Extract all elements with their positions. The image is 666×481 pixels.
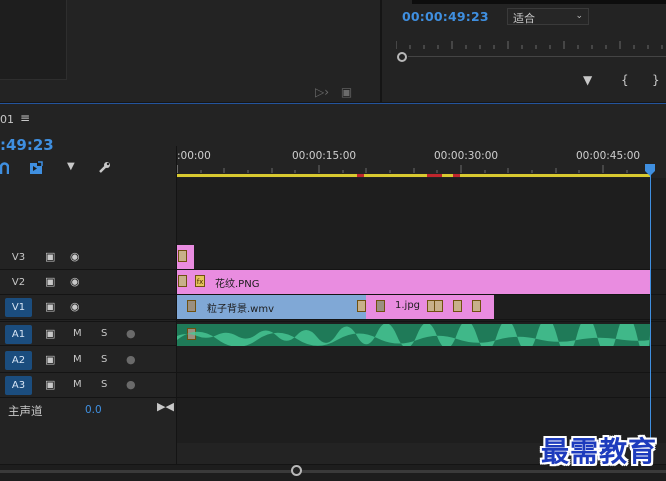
clip-name: 1.jpg <box>395 300 421 311</box>
fx-icon <box>178 250 187 262</box>
mute-button[interactable]: M <box>73 327 82 341</box>
film-icon[interactable]: ▣ <box>45 300 55 314</box>
program-time-ruler[interactable] <box>396 41 666 49</box>
track-name[interactable]: V1 <box>5 298 32 317</box>
microphone-icon[interactable]: ● <box>126 327 136 341</box>
track-name[interactable]: V2 <box>5 273 32 292</box>
work-area-bar[interactable] <box>177 174 650 177</box>
export-frame-icon[interactable]: ▣ <box>341 85 352 99</box>
mark-out-icon[interactable]: } <box>652 73 660 87</box>
eye-icon[interactable]: ◉ <box>70 275 80 289</box>
film-icon[interactable]: ▣ <box>45 275 55 289</box>
solo-button[interactable]: S <box>101 353 107 367</box>
ruler-label: :00:00 <box>177 150 211 162</box>
film-icon[interactable]: ▣ <box>45 327 55 341</box>
solo-button[interactable]: S <box>101 327 107 341</box>
audio-waveform <box>177 324 650 346</box>
clip-name: 粒子背景.wmv <box>207 304 275 315</box>
mute-button[interactable]: M <box>73 353 82 367</box>
timeline-toolbar: ▼ <box>0 160 176 176</box>
snap-icon[interactable] <box>0 162 9 174</box>
track-row-v1: V1 ▣ ◉ 粒子背景.wmv 1.jpg <box>0 295 666 320</box>
ruler-label: 00:00:15:00 <box>292 150 357 162</box>
source-monitor-viewport <box>0 0 67 80</box>
wrench-icon[interactable] <box>97 161 111 175</box>
fit-value: 适合 <box>513 12 535 25</box>
mute-button[interactable]: M <box>73 378 82 392</box>
track-name[interactable]: A2 <box>5 351 32 370</box>
clip-v1[interactable]: 粒子背景.wmv <box>177 295 366 319</box>
program-timecode[interactable]: 00:00:49:23 <box>402 9 489 24</box>
fx-icon <box>357 300 366 312</box>
add-marker-icon[interactable]: ▼ <box>67 161 75 172</box>
track-row-a1: A1 ▣ M S ● <box>0 321 666 346</box>
track-name[interactable]: V3 <box>5 248 32 267</box>
eye-icon[interactable]: ◉ <box>70 250 80 264</box>
track-header-v2: V2 ▣ ◉ <box>0 270 176 295</box>
timeline-timecode[interactable]: :49:23 <box>0 136 54 154</box>
program-playhead-handle[interactable] <box>397 52 407 62</box>
track-name[interactable]: A1 <box>5 325 32 344</box>
zoom-scrollbar[interactable] <box>0 470 666 473</box>
fx-badge-icon: fx <box>195 275 205 287</box>
track-row-v3: V3 ▣ ◉ <box>0 245 666 270</box>
fit-dropdown[interactable]: 适合 ⌄ <box>507 8 589 25</box>
program-scrollbar[interactable] <box>408 56 666 57</box>
clip-name: 花纹.PNG <box>215 279 260 290</box>
watermark: 最需教育 <box>541 435 658 468</box>
edit-marker <box>357 174 364 177</box>
edit-marker <box>427 174 442 177</box>
solo-button[interactable]: S <box>101 378 107 392</box>
microphone-icon[interactable]: ● <box>126 378 136 392</box>
add-marker-icon[interactable]: ▼ <box>583 73 592 87</box>
track-header-v3: V3 ▣ ◉ <box>0 245 176 270</box>
bowtie-icon[interactable]: ▶◀ <box>157 400 174 413</box>
track-row-a2: A2 ▣ M S ● <box>0 348 666 373</box>
program-viewport-edge <box>412 0 666 4</box>
eye-icon[interactable]: ◉ <box>70 300 80 314</box>
sequence-tab[interactable]: 01 <box>0 113 14 126</box>
track-row-a3: A3 ▣ M S ● <box>0 373 666 398</box>
clip-v2[interactable]: fx 花纹.PNG <box>177 270 650 294</box>
fx-icon <box>472 300 481 312</box>
ruler-label: 00:00:30:00 <box>434 150 499 162</box>
clip[interactable] <box>177 245 194 269</box>
track-header-a3: A3 ▣ M S ● <box>0 373 176 398</box>
panel-menu-icon[interactable]: ≡ <box>20 111 30 125</box>
clip-v1-image[interactable]: 1.jpg <box>366 295 494 319</box>
film-icon[interactable]: ▣ <box>45 250 55 264</box>
playhead-handle[interactable] <box>645 164 655 176</box>
track-row-v2: V2 ▣ ◉ fx 花纹.PNG <box>0 270 666 295</box>
fx-icon <box>376 300 385 312</box>
film-icon[interactable]: ▣ <box>45 378 55 392</box>
clip-a1[interactable] <box>177 324 650 346</box>
zoom-handle[interactable] <box>291 465 302 476</box>
film-icon[interactable]: ▣ <box>45 353 55 367</box>
fx-icon <box>178 275 187 287</box>
microphone-icon[interactable]: ● <box>126 353 136 367</box>
fx-icon <box>187 300 196 312</box>
ruler-label: 00:00:45:00 <box>576 150 641 162</box>
linked-selection-icon[interactable] <box>30 161 44 175</box>
track-header-a2: A2 ▣ M S ● <box>0 348 176 373</box>
ruler-ticks <box>177 165 651 173</box>
chevron-down-icon: ⌄ <box>575 11 583 21</box>
playhead-line <box>650 174 651 464</box>
fx-icon <box>434 300 443 312</box>
insert-icon[interactable]: ▷› <box>315 85 329 99</box>
master-track-label: 主声道 <box>8 404 43 418</box>
mark-in-icon[interactable]: { <box>621 73 629 87</box>
master-volume-value[interactable]: 0.0 <box>85 404 102 416</box>
fx-icon <box>453 300 462 312</box>
edit-marker <box>453 174 460 177</box>
source-transport-icons: ▷› ▣ <box>315 85 352 99</box>
track-name[interactable]: A3 <box>5 376 32 395</box>
track-header-v1: V1 ▣ ◉ <box>0 295 176 320</box>
track-header-a1: A1 ▣ M S ● <box>0 322 176 347</box>
